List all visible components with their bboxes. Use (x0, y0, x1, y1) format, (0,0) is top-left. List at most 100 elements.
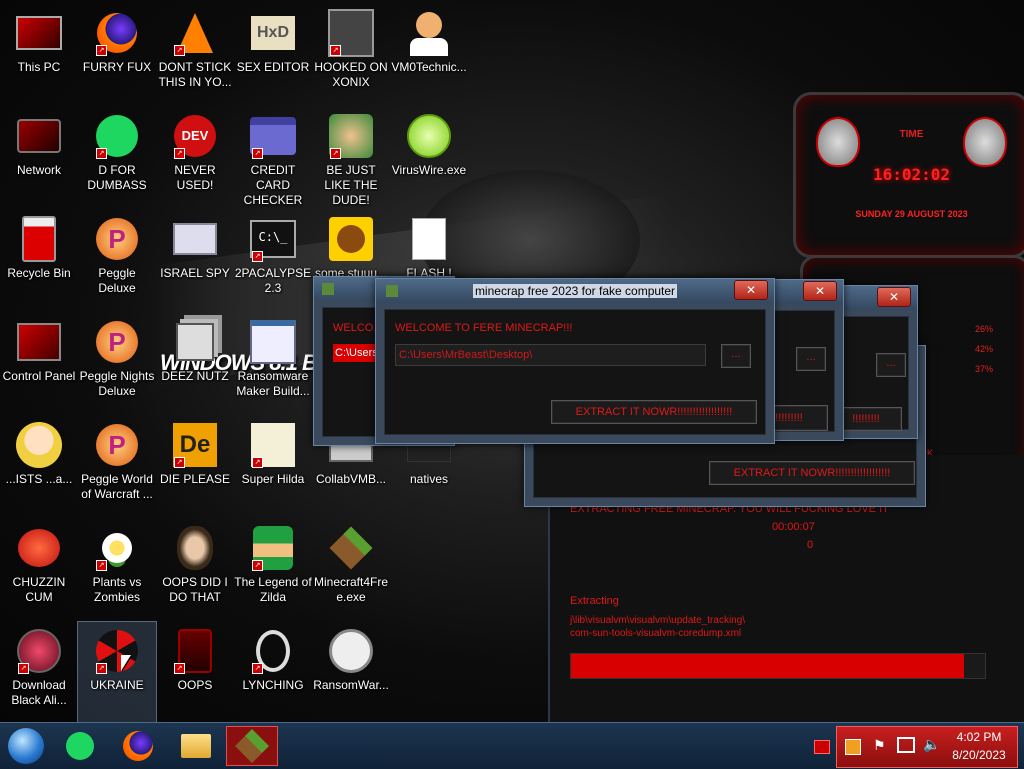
desktop-icon-oops[interactable]: ↗ OOPS (156, 622, 234, 722)
hxd-editor-icon: HxD (250, 10, 296, 56)
spotify-icon: ↗ (94, 113, 140, 159)
director-icon: De ↗ (172, 422, 218, 468)
desktop-icon-oops-did-i[interactable]: OOPS DID I DO THAT (156, 519, 234, 619)
desktop-icon-peggle-deluxe[interactable]: P Peggle Deluxe (78, 210, 156, 310)
desktop-icon-ukraine[interactable]: ↗ UKRAINE (77, 621, 157, 722)
peggle-icon: P (94, 422, 140, 468)
desktop-icon-israel-spy[interactable]: ISRAEL SPY (156, 210, 234, 310)
desktop-icon-viruswire[interactable]: VirusWire.exe (390, 107, 468, 207)
start-orb-icon (8, 728, 44, 764)
flag-icon[interactable]: ⚑ (873, 737, 886, 754)
terminal-icon: C:\_ ↗ (250, 216, 296, 262)
desktop-icon-chuzzin-cum[interactable]: CHUZZIN CUM (0, 519, 78, 619)
alien-head-icon (963, 117, 1007, 167)
noose-icon: ↗ (250, 628, 296, 674)
desktop-icon-ists[interactable]: ...ISTS ...a... (0, 416, 78, 516)
desktop-icon-download-black-ali[interactable]: ↗ Download Black Ali... (0, 622, 78, 722)
control-panel-icon (16, 319, 62, 365)
lime-icon (406, 113, 452, 159)
taskbar-firefox[interactable] (118, 727, 158, 765)
desktop-icon-dont-stick[interactable]: ↗ DONT STICK THIS IN YO... (156, 4, 234, 104)
desktop-icon-sex-editor[interactable]: HxD SEX EDITOR (234, 4, 312, 104)
app-window-icon (250, 319, 296, 365)
browse-button[interactable]: ... (721, 344, 751, 368)
desktop-icon-network[interactable]: Network (0, 107, 78, 207)
volume-icon[interactable]: 🔈 (923, 736, 940, 753)
java-update-icon[interactable] (845, 739, 861, 755)
desktop-icon-this-pc[interactable]: This PC (0, 4, 78, 104)
desktop: WINDOWS 8.1 BL TIME 16:02:02 SUNDAY 29 A… (0, 0, 1024, 722)
windows-stack-icon (172, 319, 218, 365)
minecraft-running-icon (235, 729, 269, 763)
alien-orb-icon: ↗ (16, 628, 62, 674)
close-button[interactable]: ✕ (803, 281, 837, 301)
desktop-icon-pvz[interactable]: ↗ Plants vs Zombies (78, 519, 156, 619)
show-hidden-icon[interactable] (814, 740, 830, 754)
desktop-icon-recycle-bin[interactable]: Recycle Bin (0, 210, 78, 310)
mouse-cursor-icon (121, 655, 131, 671)
firefox-icon: ↗ (94, 10, 140, 56)
desktop-icon-die-please[interactable]: De ↗ DIE PLEASE (156, 416, 234, 516)
close-button[interactable]: ✕ (877, 287, 911, 307)
clock-gadget[interactable]: TIME 16:02:02 SUNDAY 29 AUGUST 2023 (793, 92, 1024, 258)
minecraft-window-icon (322, 283, 334, 295)
taskbar-minecraft-running[interactable] (226, 726, 278, 766)
flower-icon: ↗ (94, 525, 140, 571)
browse-button[interactable]: ... (796, 347, 826, 371)
welcome-text: WELCOME TO FERE MINECRAP!!! (395, 322, 573, 334)
tray-date[interactable]: 8/20/2023 (949, 748, 1009, 762)
spotify-icon (66, 732, 94, 760)
console-timer: 00:00:07 (772, 521, 815, 533)
console-status: Extracting (570, 595, 619, 607)
alien-head-icon (816, 117, 860, 167)
desktop-icon-credit-card[interactable]: ↗ CREDIT CARD CHECKER (234, 107, 312, 207)
desktop-icon-hooked-on-xonix[interactable]: ↗ HOOKED ON XONIX (312, 4, 390, 104)
desktop-icon-2pacalypse[interactable]: C:\_ ↗ 2PACALYPSE 2.3 (234, 210, 312, 310)
desktop-icon-vm0technic[interactable]: VM0Technic... (390, 4, 468, 104)
firefox-icon (123, 731, 153, 761)
extract-button[interactable]: EXTRACT IT NOWR!!!!!!!!!!!!!!!!!! (709, 461, 915, 485)
desktop-icon-ransomwar[interactable]: RansomWar... (312, 622, 390, 722)
desktop-icon-lynching[interactable]: ↗ LYNCHING (234, 622, 312, 722)
santa-elf-icon: ↗ (328, 113, 374, 159)
portrait-icon (172, 525, 218, 571)
desktop-icon-furry-fux[interactable]: ↗ FURRY FUX (78, 4, 156, 104)
desktop-icon-minecraft4free[interactable]: Minecraft4Free.exe (312, 519, 390, 619)
radiation-icon: ↗ (94, 628, 140, 674)
window-title: minecrap free 2023 for fake computer (472, 284, 678, 298)
skull-icon (328, 628, 374, 674)
desktop-icon-be-just-like[interactable]: ↗ BE JUST LIKE THE DUDE! (312, 107, 390, 207)
peggle-icon: P (94, 319, 140, 365)
desktop-icon-d-for-dumbass[interactable]: ↗ D FOR DUMBASS (78, 107, 156, 207)
desktop-icon-peggle-wow[interactable]: P Peggle World of Warcraft ... (78, 416, 156, 516)
desktop-icon-never-used[interactable]: DEV ↗ NEVER USED! (156, 107, 234, 207)
desktop-icon-deez-nutz[interactable]: DEEZ NUTZ (156, 313, 234, 413)
installer-window-front[interactable]: minecrap free 2023 for fake computer ✕ W… (375, 278, 775, 444)
system-tray: ⚑ 🔈 4:02 PM 8/20/2023 (836, 726, 1018, 768)
desktop-icon-peggle-nights[interactable]: P Peggle Nights Deluxe (78, 313, 156, 413)
extract-button[interactable]: EXTRACT IT NOWR!!!!!!!!!!!!!!!!!! (551, 400, 757, 424)
tray-time[interactable]: 4:02 PM (949, 730, 1009, 744)
start-button[interactable] (6, 727, 46, 765)
xonix-game-icon: ↗ (328, 9, 374, 57)
desktop-icon-zilda[interactable]: ↗ The Legend of Zilda (234, 519, 312, 619)
desktop-icon-control-panel[interactable]: Control Panel (0, 313, 78, 413)
desktop-icon-super-hilda[interactable]: ↗ Super Hilda (234, 416, 312, 516)
install-path-field[interactable]: C:\Users\MrBeast\Desktop\ (395, 344, 706, 366)
vlc-cone-icon: ↗ (172, 10, 218, 56)
close-button[interactable]: ✕ (734, 280, 768, 300)
taskbar-file-explorer[interactable] (176, 727, 216, 765)
monitor-icon (16, 10, 62, 56)
credit-card-icon: ↗ (250, 113, 296, 159)
dev-cpp-icon: DEV ↗ (172, 113, 218, 159)
remote-desktop-icon (172, 216, 218, 262)
browse-button[interactable]: ... (876, 353, 906, 377)
beaver-icon (328, 216, 374, 262)
cpu-value: 42% (975, 344, 994, 354)
pixel-dog-icon: ↗ (250, 422, 296, 468)
taskbar-spotify[interactable] (60, 727, 100, 765)
cpu-value: 37% (975, 364, 994, 374)
alienware-icon: ↗ (172, 628, 218, 674)
desktop-icon-ransomware-maker[interactable]: Ransomware Maker Build... (234, 313, 312, 413)
network-tray-icon[interactable] (897, 737, 915, 753)
